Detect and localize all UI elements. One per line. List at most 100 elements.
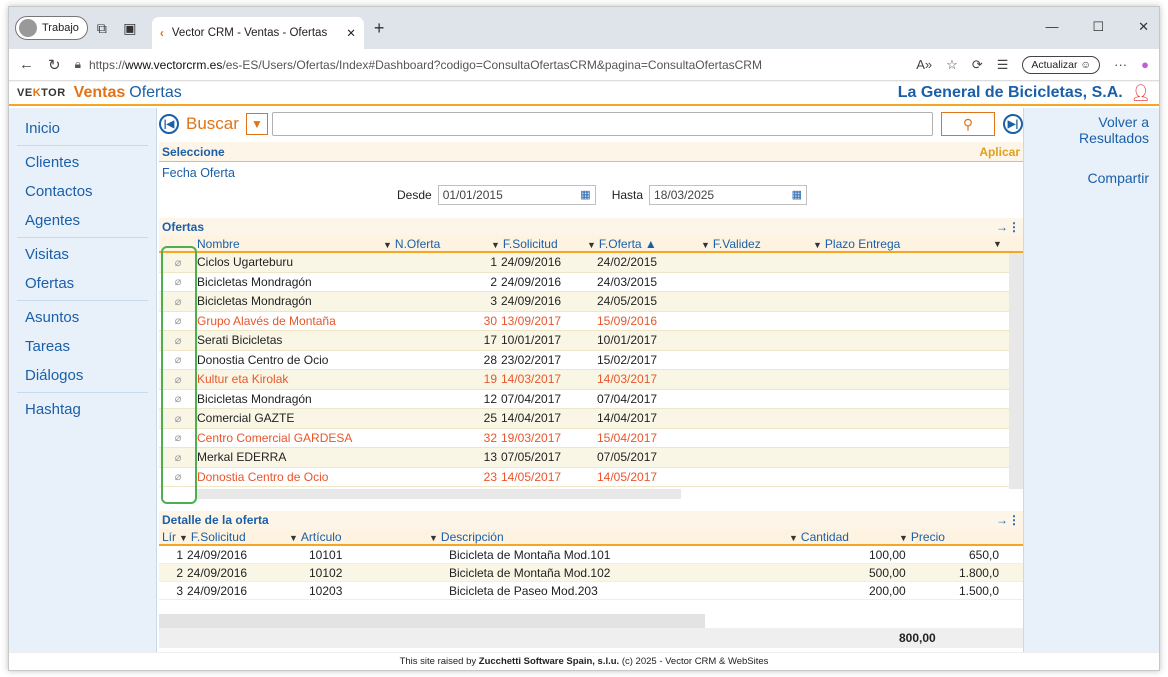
calendar-icon[interactable]: ▦ xyxy=(792,188,802,202)
cell-foferta: 07/04/2017 xyxy=(597,391,658,406)
minimize-icon[interactable]: — xyxy=(1045,19,1058,35)
cell-fsolicitud: 14/03/2017 xyxy=(501,372,562,387)
maximize-icon[interactable]: ☐ xyxy=(1092,19,1104,35)
col-fsolicitud[interactable]: ▼ F.Solicitud xyxy=(491,237,587,251)
col-fvalidez[interactable]: ▼ F.Validez xyxy=(701,237,813,251)
cell-foferta: 15/09/2016 xyxy=(597,313,658,328)
col-plazo[interactable]: ▼ Plazo Entrega xyxy=(813,237,993,251)
attachment-icon[interactable]: ⌀ xyxy=(159,353,197,366)
share-link[interactable]: Compartir xyxy=(1024,170,1149,186)
workspaces-icon[interactable]: ⧉ xyxy=(88,20,116,37)
footer-company: Zucchetti Software Spain, s.l.u. xyxy=(478,656,620,667)
table-row[interactable]: ⌀ Serati Bicicletas 17 10/01/2017 10/01/2017 xyxy=(159,331,1009,351)
attachment-icon[interactable]: ⌀ xyxy=(159,295,197,308)
to-label: Hasta xyxy=(611,188,644,202)
cell-foferta: 15/02/2017 xyxy=(597,352,658,367)
col-foferta[interactable]: ▼ F.Oferta ▲ xyxy=(587,237,701,251)
table-row[interactable]: ⌀ Bicicletas Mondragón 2 24/09/2016 24/03/20… xyxy=(159,273,1009,292)
attachment-icon[interactable]: ⌀ xyxy=(159,412,197,425)
to-date-input[interactable]: 18/03/2025 ▦ xyxy=(649,185,808,205)
tab-title: Vector CRM - Ventas - Ofertas xyxy=(171,27,328,39)
table-row[interactable]: ⌀ Centro Comercial GARDESA 32 19/03/2017 15/… xyxy=(159,429,1009,448)
sidebar-item-hashtag[interactable]: Hashtag xyxy=(9,395,156,424)
attachment-icon[interactable]: ⌀ xyxy=(159,470,197,483)
refresh-icon[interactable]: ↻ xyxy=(48,56,61,74)
detalle-title: Detalle de la oferta xyxy=(162,513,269,527)
attachment-icon[interactable]: ⌀ xyxy=(159,392,197,405)
sidebar-item-contactos[interactable]: Contactos xyxy=(9,177,156,206)
col-precio[interactable]: ▼ Precio xyxy=(899,530,999,544)
user-icon[interactable]: 👤︎ xyxy=(1131,83,1151,103)
cell-nombre: Centro Comercial GARDESA xyxy=(197,430,353,445)
search-input[interactable] xyxy=(271,112,933,136)
attachment-icon[interactable]: ⌀ xyxy=(159,256,197,269)
tab-actions-icon[interactable]: ▣ xyxy=(116,20,144,37)
from-date-input[interactable]: 01/01/2015 ▦ xyxy=(437,185,596,205)
last-page-icon[interactable]: ▶| xyxy=(1003,114,1023,134)
apply-button[interactable]: Aplicar xyxy=(979,145,1020,159)
close-tab-icon[interactable]: ✕ xyxy=(346,26,356,40)
table-row[interactable]: ⌀ Merkal EDERRA 13 07/05/2017 07/05/2017 xyxy=(159,448,1009,468)
back-to-results-link[interactable]: Volver a Resultados xyxy=(1024,114,1149,146)
sidebar-item-dialogos[interactable]: Diálogos xyxy=(9,361,156,390)
col-cantidad[interactable]: ▼ Cantidad xyxy=(789,530,899,544)
table-row[interactable]: ⌀ Comercial GAZTE 25 14/04/2017 14/04/2017 xyxy=(159,409,1009,429)
col-linea[interactable]: Lír xyxy=(159,530,179,544)
active-tab[interactable]: ‹ Vector CRM - Ventas - Ofertas ✕ xyxy=(151,17,364,49)
table-row[interactable]: 1 24/09/2016 10101 Bicicleta de Montaña Mod… xyxy=(159,546,1023,564)
sidebar-item-asuntos[interactable]: Asuntos xyxy=(9,303,156,332)
attachment-icon[interactable]: ⌀ xyxy=(159,373,197,386)
profile-button[interactable]: Trabajo xyxy=(15,16,88,40)
attachment-icon[interactable]: ⌀ xyxy=(159,431,197,444)
new-tab-icon[interactable]: + xyxy=(374,18,385,39)
cell-noferta: 30 xyxy=(483,313,497,328)
cell-foferta: 24/02/2015 xyxy=(597,255,658,270)
more-icon[interactable]: ··· xyxy=(1114,57,1127,72)
cell-fsolicitud: 10/01/2017 xyxy=(501,333,562,348)
calendar-icon[interactable]: ▦ xyxy=(580,188,590,202)
col-nombre[interactable]: Nombre xyxy=(197,237,383,251)
horizontal-scrollbar[interactable] xyxy=(159,614,705,628)
sidebar-item-inicio[interactable]: Inicio xyxy=(9,114,156,143)
col-descripcion[interactable]: ▼ Descripción xyxy=(429,530,789,544)
attachment-icon[interactable]: ⌀ xyxy=(159,334,197,347)
back-icon[interactable]: ← xyxy=(19,56,34,73)
col-articulo[interactable]: ▼ Artículo xyxy=(289,530,429,544)
table-row[interactable]: ⌀ Kultur eta Kirolak 19 14/03/2017 14/03/201… xyxy=(159,370,1009,390)
table-row[interactable]: ⌀ Bicicletas Mondragón 12 07/04/2017 07/04/2… xyxy=(159,390,1009,409)
table-row[interactable]: ⌀ Ciclos Ugarteburu 1 24/09/2016 24/02/2015 xyxy=(159,253,1009,273)
read-aloud-icon[interactable]: A» xyxy=(916,57,932,72)
table-row[interactable]: 2 24/09/2016 10102 Bicicleta de Montaña Mod… xyxy=(159,564,1023,582)
expand-columns-icon[interactable]: →⋮ xyxy=(996,220,1020,234)
attachment-icon[interactable]: ⌀ xyxy=(159,314,197,327)
sidebar-item-agentes[interactable]: Agentes xyxy=(9,206,156,235)
vertical-scrollbar[interactable] xyxy=(1009,253,1023,313)
expand-columns-icon[interactable]: →⋮ xyxy=(996,513,1020,527)
close-window-icon[interactable]: ✕ xyxy=(1138,19,1149,35)
horizontal-scrollbar[interactable] xyxy=(197,489,681,499)
sidebar-item-clientes[interactable]: Clientes xyxy=(9,148,156,177)
address-bar[interactable]: 🔒︎ https://www.vectorcrm.es/es-ES/Users/… xyxy=(75,57,903,72)
sidebar-item-tareas[interactable]: Tareas xyxy=(9,332,156,361)
sidebar-item-ofertas[interactable]: Ofertas xyxy=(9,269,156,298)
table-row[interactable]: ⌀ Donostia Centro de Ocio 23 14/05/2017 14/0… xyxy=(159,468,1009,487)
copilot-icon[interactable]: ● xyxy=(1141,57,1149,72)
first-page-icon[interactable]: |◀ xyxy=(159,114,179,134)
favorites-icon[interactable]: ☰ xyxy=(997,57,1009,73)
col-noferta[interactable]: ▼ N.Oferta xyxy=(383,237,491,251)
sidebar-item-visitas[interactable]: Visitas xyxy=(9,240,156,269)
update-button[interactable]: Actualizar ☺ xyxy=(1022,55,1101,74)
attachment-icon[interactable]: ⌀ xyxy=(159,275,197,288)
table-row[interactable]: 3 24/09/2016 10203 Bicicleta de Paseo Mod.2… xyxy=(159,582,1023,600)
extensions-icon[interactable]: ⟳ xyxy=(972,57,983,73)
col-det-fsolicitud[interactable]: ▼ F.Solicitud xyxy=(179,530,289,544)
filter-icon[interactable]: ▼ xyxy=(245,113,268,135)
attachment-icon[interactable]: ⌀ xyxy=(159,451,197,464)
col-filter-icon[interactable]: ▼ xyxy=(993,239,1002,249)
table-row[interactable]: ⌀ Donostia Centro de Ocio 28 23/02/2017 15/0… xyxy=(159,351,1009,370)
search-button[interactable]: ⚲ xyxy=(941,112,995,136)
table-row[interactable]: ⌀ Bicicletas Mondragón 3 24/09/2016 24/05/20… xyxy=(159,292,1009,312)
favorite-star-icon[interactable]: ☆ xyxy=(946,57,958,73)
table-row[interactable]: ⌀ Grupo Alavés de Montaña 30 13/09/2017 15/0… xyxy=(159,312,1009,331)
cell-linea: 3 xyxy=(176,583,183,598)
